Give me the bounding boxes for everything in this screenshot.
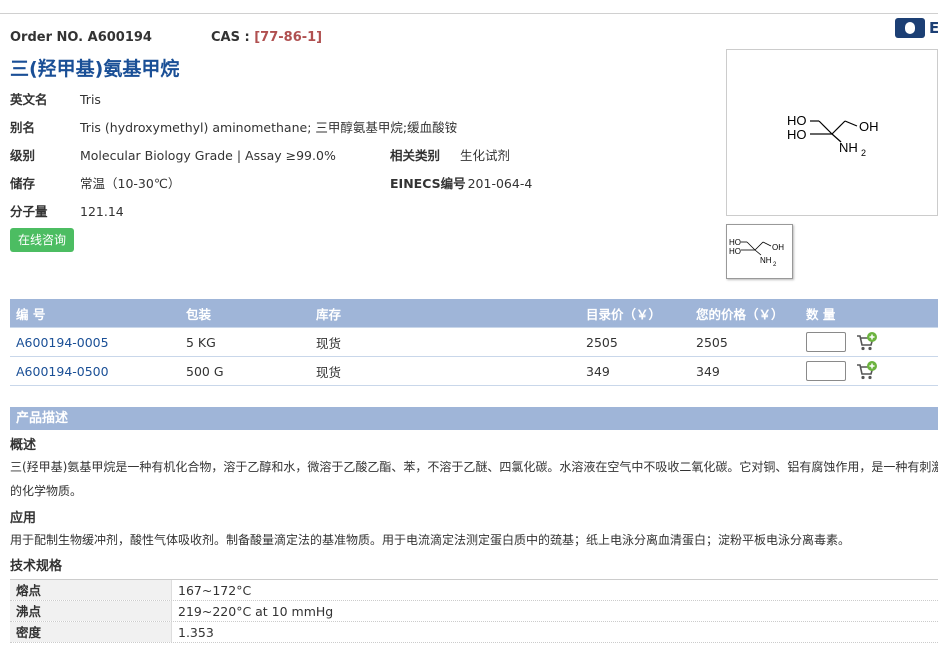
spec-table: 熔点 167~172°C 沸点 219~220°C at 10 mmHg 密度 …: [10, 579, 938, 643]
prop-storage: 储存 常温（10-30℃）: [10, 173, 180, 192]
spec-heading: 技术规格: [10, 559, 63, 574]
prop-value: Tris: [80, 92, 101, 107]
prop-key: 英文名: [10, 92, 48, 107]
prop-key: 相关类别: [390, 148, 441, 163]
col-header: 包装: [186, 306, 212, 322]
spec-row: 密度 1.353: [10, 622, 938, 643]
pack-cell: 500 G: [186, 363, 224, 379]
order-row: Order NO. A600194 CAS : [77-86-1]: [10, 30, 322, 45]
col-header: 您的价格（￥）: [696, 306, 784, 322]
logo-mark-icon: [895, 18, 925, 38]
prop-value: 常温（10-30℃）: [80, 176, 181, 191]
prop-molecular-weight: 分子量 121.14: [10, 201, 124, 220]
pricing-table: 编 号 包装 库存 目录价（￥） 您的价格（￥） 数 量 A600194-000…: [10, 299, 938, 386]
thumb-nh2-sub: 2: [773, 262, 777, 268]
product-title: 三(羟甲基)氨基甲烷: [10, 58, 180, 80]
thumb-oh: OH: [772, 243, 784, 252]
prop-english-name: 英文名 Tris: [10, 89, 101, 108]
your-price-cell: 349: [696, 363, 720, 379]
pack-cell: 5 KG: [186, 334, 216, 350]
spec-key: 熔点: [10, 580, 172, 600]
table-header: 编 号 包装 库存 目录价（￥） 您的价格（￥） 数 量: [10, 299, 938, 327]
list-price-cell: 2505: [586, 334, 618, 350]
spec-row: 沸点 219~220°C at 10 mmHg: [10, 601, 938, 622]
prop-key: 别名: [10, 120, 36, 135]
col-header: 库存: [316, 306, 342, 322]
prop-einecs: EINECS编号 201-064-4: [390, 173, 532, 192]
prop-key: 级别: [10, 148, 36, 163]
spec-value: 1.353: [178, 624, 214, 640]
application-heading: 应用: [10, 511, 37, 526]
tris-structure-svg: HO HO OH NH 2: [787, 113, 879, 158]
stock-cell: 现货: [316, 335, 342, 351]
quantity-cell: [800, 332, 938, 352]
overview-text-line2: 的化学物质。: [10, 484, 83, 498]
col-header: 编 号: [16, 306, 46, 322]
list-price-cell: 349: [586, 363, 610, 379]
structure-image: HO HO OH NH 2: [726, 49, 938, 216]
product-code-link[interactable]: A600194-0500: [10, 364, 180, 379]
tris-thumb-svg: HO HO OH NH 2: [729, 238, 784, 268]
col-header: 目录价（￥）: [586, 306, 662, 322]
structure-thumbnail[interactable]: HO HO OH NH 2: [726, 224, 793, 279]
prop-alias: 别名 Tris (hydroxymethyl) aminomethane; 三甲醇…: [10, 117, 457, 136]
table-row: A600194-0500 500 G 现货 349 349: [10, 356, 938, 385]
nh2-label: NH: [839, 140, 858, 155]
browser-top-strip: [0, 0, 938, 14]
spec-row: 熔点 167~172°C: [10, 580, 938, 601]
prop-category: 相关类别 生化试剂: [390, 145, 510, 164]
oh-label: OH: [859, 119, 879, 134]
nh2-subscript: 2: [861, 148, 866, 158]
prop-key: EINECS编号: [390, 176, 466, 191]
stock-cell: 现货: [316, 364, 342, 380]
product-code-link[interactable]: A600194-0005: [10, 335, 180, 350]
ho-label-1: HO: [787, 113, 807, 128]
prop-value: 201-064-4: [467, 176, 533, 191]
table-row: A600194-0005 5 KG 现货 2505 2505: [10, 327, 938, 356]
cas-info: CAS : [77-86-1]: [211, 30, 322, 45]
col-header: 数 量: [806, 306, 836, 322]
quantity-cell: [800, 361, 938, 381]
cas-value: [77-86-1]: [254, 30, 323, 45]
prop-value: 121.14: [80, 204, 124, 219]
spec-value: 219~220°C at 10 mmHg: [178, 603, 334, 619]
overview-heading: 概述: [10, 438, 37, 453]
logo-text: E: [929, 19, 938, 37]
overview-text-line1: 三(羟甲基)氨基甲烷是一种有机化合物，溶于乙醇和水，微溶于乙酸乙酯、苯，不溶于乙…: [10, 460, 938, 474]
order-number: Order NO. A600194: [10, 30, 152, 45]
brand-logo[interactable]: E: [895, 18, 938, 38]
thumb-nh2: NH: [760, 256, 772, 265]
add-to-cart-icon[interactable]: [856, 332, 878, 352]
prop-value: Molecular Biology Grade | Assay ≥99.0%: [80, 148, 336, 163]
application-text: 用于配制生物缓冲剂，酸性气体吸收剂。制备酸量滴定法的基准物质。用于电流滴定法测定…: [10, 533, 851, 547]
prop-grade: 级别 Molecular Biology Grade | Assay ≥99.0%: [10, 145, 336, 164]
quantity-input[interactable]: [806, 332, 846, 352]
spec-value: 167~172°C: [178, 582, 252, 598]
thumb-ho-2: HO: [729, 247, 741, 256]
online-consult-button[interactable]: 在线咨询: [10, 228, 74, 252]
ho-label-2: HO: [787, 127, 807, 142]
prop-key: 储存: [10, 176, 36, 191]
quantity-input[interactable]: [806, 361, 846, 381]
product-description-header: 产品描述: [10, 407, 938, 430]
your-price-cell: 2505: [696, 334, 728, 350]
category-link[interactable]: 生化试剂: [460, 148, 510, 163]
prop-value: Tris (hydroxymethyl) aminomethane; 三甲醇氨基…: [80, 120, 458, 135]
thumb-ho-1: HO: [729, 238, 741, 247]
spec-key: 沸点: [10, 601, 172, 621]
add-to-cart-icon[interactable]: [856, 361, 878, 381]
cas-label: CAS :: [211, 30, 255, 45]
prop-key: 分子量: [10, 204, 48, 219]
spec-key: 密度: [10, 622, 172, 642]
